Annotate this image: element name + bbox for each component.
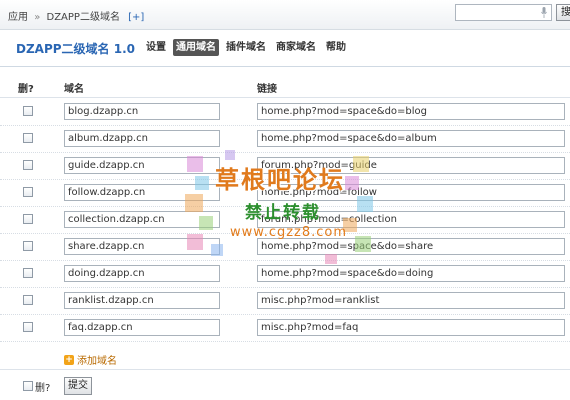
tab-general-domains[interactable]: 通用域名 [173, 39, 219, 56]
table-row [0, 288, 570, 315]
add-domain-link[interactable]: + 添加域名 [64, 352, 117, 367]
table-row [0, 207, 570, 234]
form-footer: 删? 提交 [0, 369, 570, 400]
link-field[interactable] [257, 265, 565, 282]
link-field[interactable] [257, 130, 565, 147]
tab-plugin-domains[interactable]: 插件域名 [223, 39, 269, 56]
breadcrumb-root[interactable]: 应用 [8, 12, 28, 23]
delete-checkbox[interactable] [23, 133, 33, 143]
link-field[interactable] [257, 184, 565, 201]
column-delete: 删? [18, 84, 34, 95]
link-field[interactable] [257, 103, 565, 120]
column-domain: 域名 [64, 84, 84, 95]
microphone-icon[interactable] [541, 7, 547, 18]
link-field[interactable] [257, 292, 565, 309]
tab-settings[interactable]: 设置 [143, 39, 169, 56]
breadcrumb-current[interactable]: DZAPP二级域名 [47, 12, 120, 23]
select-all-checkbox[interactable] [23, 381, 33, 391]
table-row [0, 153, 570, 180]
domain-field[interactable] [64, 157, 220, 174]
domain-field[interactable] [64, 238, 220, 255]
plus-icon: + [64, 354, 74, 365]
table-row [0, 261, 570, 288]
search-button[interactable]: 搜 [556, 4, 570, 21]
domain-field[interactable] [64, 319, 220, 336]
breadcrumb-separator: » [34, 12, 41, 23]
breadcrumb-plus-link[interactable]: [+] [128, 12, 144, 23]
breadcrumb: 应用 » DZAPP二级域名 [+] [8, 8, 144, 23]
table-row [0, 99, 570, 126]
domain-field[interactable] [64, 211, 220, 228]
top-bar: 应用 » DZAPP二级域名 [+] 搜 [0, 0, 570, 30]
tab-merchant-domains[interactable]: 商家域名 [273, 39, 319, 56]
table-row [0, 126, 570, 153]
table-row [0, 315, 570, 342]
delete-checkbox[interactable] [23, 322, 33, 332]
delete-checkbox[interactable] [23, 214, 33, 224]
column-link: 链接 [257, 84, 277, 95]
domain-field[interactable] [64, 184, 220, 201]
domain-field[interactable] [64, 103, 220, 120]
table-row [0, 234, 570, 261]
table-row [0, 180, 570, 207]
domain-field[interactable] [64, 292, 220, 309]
domain-field[interactable] [64, 265, 220, 282]
delete-checkbox[interactable] [23, 160, 33, 170]
delete-checkbox[interactable] [23, 106, 33, 116]
link-field[interactable] [257, 319, 565, 336]
select-all-label: 删? [35, 383, 51, 394]
submit-button[interactable]: 提交 [64, 377, 92, 395]
domain-field[interactable] [64, 130, 220, 147]
search-input[interactable] [455, 4, 552, 21]
link-field[interactable] [257, 238, 565, 255]
link-field[interactable] [257, 211, 565, 228]
delete-checkbox[interactable] [23, 241, 33, 251]
table-header: 删? 域名 链接 [0, 70, 570, 98]
nav-tabs: 设置 通用域名 插件域名 商家域名 帮助 [143, 39, 349, 56]
app-title: DZAPP二级域名 1.0 [16, 42, 135, 56]
app-header: DZAPP二级域名 1.0 设置 通用域名 插件域名 商家域名 帮助 [0, 31, 570, 67]
delete-checkbox[interactable] [23, 187, 33, 197]
add-domain-label: 添加域名 [77, 356, 117, 367]
delete-checkbox[interactable] [23, 268, 33, 278]
link-field[interactable] [257, 157, 565, 174]
tab-help[interactable]: 帮助 [323, 39, 349, 56]
delete-checkbox[interactable] [23, 295, 33, 305]
